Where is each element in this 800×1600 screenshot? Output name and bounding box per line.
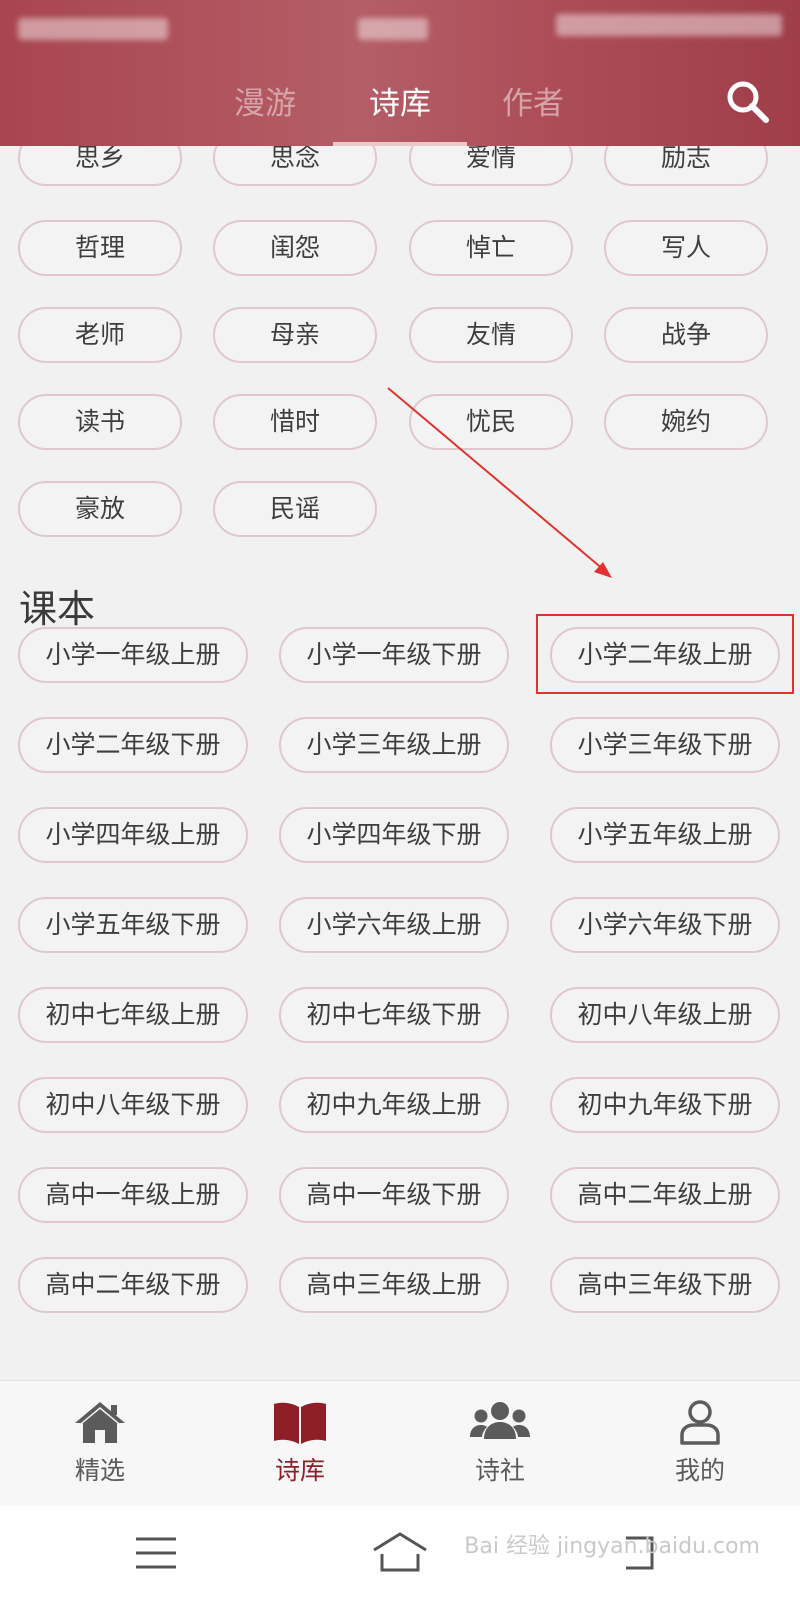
- nav-item-poem-library[interactable]: 诗库: [240, 1399, 360, 1499]
- nav-item-mine[interactable]: 我的: [640, 1399, 760, 1499]
- annotation-highlight-box: [536, 614, 794, 694]
- tab-author[interactable]: 作者: [478, 78, 588, 123]
- textbook-chip[interactable]: 高中二年级上册: [550, 1167, 780, 1223]
- search-icon: [727, 81, 769, 123]
- search-button[interactable]: [724, 78, 772, 126]
- status-bar-icons: [556, 14, 782, 36]
- nav-label: 我的: [674, 1456, 725, 1485]
- tab-roam[interactable]: 漫游: [210, 78, 320, 123]
- textbook-chip[interactable]: 小学二年级下册: [18, 717, 248, 773]
- status-bar-time: [358, 18, 428, 40]
- menu-button[interactable]: [126, 1530, 186, 1576]
- textbook-chip[interactable]: 高中二年级下册: [18, 1257, 248, 1313]
- app-header: 漫游 诗库 作者: [0, 0, 800, 146]
- textbook-chip[interactable]: 小学三年级下册: [550, 717, 780, 773]
- textbook-chip[interactable]: 小学四年级上册: [18, 807, 248, 863]
- tab-poem-library[interactable]: 诗库: [345, 78, 455, 123]
- home-outline-icon: [373, 1532, 427, 1572]
- textbook-chip[interactable]: 高中一年级上册: [18, 1167, 248, 1223]
- user-icon: [680, 1400, 720, 1445]
- nav-label: 精选: [74, 1456, 125, 1485]
- textbook-chip[interactable]: 小学三年级上册: [279, 717, 509, 773]
- nav-item-featured[interactable]: 精选: [40, 1399, 160, 1499]
- book-icon: [274, 1402, 326, 1444]
- top-tabs: 漫游 诗库 作者: [0, 70, 800, 146]
- status-bar-carrier: [18, 18, 168, 40]
- textbook-chip[interactable]: 初中八年级上册: [550, 987, 780, 1043]
- bottom-nav: 精选 诗库 诗社 我的: [0, 1380, 800, 1506]
- home-icon: [75, 1402, 125, 1443]
- textbook-chip[interactable]: 高中一年级下册: [279, 1167, 509, 1223]
- textbook-chip[interactable]: 初中七年级下册: [279, 987, 509, 1043]
- poem-library-content[interactable]: 思乡 思念 爱情 励志 哲理 闺怨 悼亡 写人 老师 母亲 友情 战争 读书 惜…: [0, 146, 800, 1380]
- system-home-button[interactable]: [370, 1530, 430, 1576]
- textbook-chip[interactable]: 小学六年级上册: [279, 897, 509, 953]
- textbook-chip[interactable]: 初中七年级上册: [18, 987, 248, 1043]
- textbook-chip[interactable]: 小学六年级下册: [550, 897, 780, 953]
- textbook-chip[interactable]: 初中九年级下册: [550, 1077, 780, 1133]
- textbook-chip[interactable]: 初中八年级下册: [18, 1077, 248, 1133]
- textbook-chip[interactable]: 高中三年级上册: [279, 1257, 509, 1313]
- group-icon: [470, 1402, 530, 1439]
- textbook-chip[interactable]: 小学四年级下册: [279, 807, 509, 863]
- watermark: Bai 经验 jingyan.baidu.com: [464, 1534, 760, 1559]
- system-navigation-bar: Bai 经验 jingyan.baidu.com: [0, 1506, 800, 1600]
- textbook-chip[interactable]: 小学五年级上册: [550, 807, 780, 863]
- textbook-chip[interactable]: 初中九年级上册: [279, 1077, 509, 1133]
- textbook-chip[interactable]: 高中三年级下册: [550, 1257, 780, 1313]
- nav-label: 诗库: [274, 1456, 325, 1485]
- textbook-chip[interactable]: 小学五年级下册: [18, 897, 248, 953]
- menu-icon: [136, 1537, 176, 1569]
- nav-item-poetry-club[interactable]: 诗社: [440, 1399, 560, 1499]
- nav-label: 诗社: [474, 1456, 525, 1485]
